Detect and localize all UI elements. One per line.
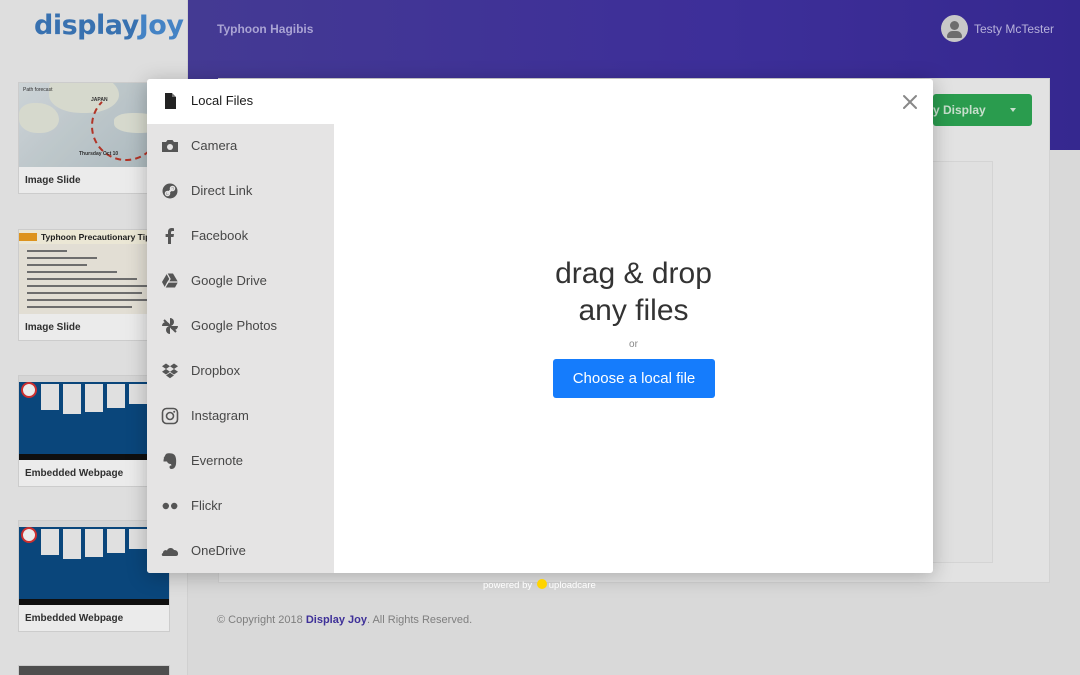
file-dropzone[interactable]: drag & drop any files or Choose a local … — [334, 79, 933, 573]
onedrive-icon — [161, 547, 179, 556]
link-icon — [162, 183, 178, 199]
upload-dialog: Local Files Camera Direct Link Facebook … — [147, 79, 933, 573]
camera-icon — [162, 140, 178, 152]
dropbox-icon — [162, 363, 178, 379]
evernote-icon — [163, 453, 177, 469]
tab-label: Camera — [191, 138, 238, 153]
tab-google-photos[interactable]: Google Photos — [147, 304, 334, 349]
tab-label: Facebook — [191, 228, 249, 243]
powered-by-brand: uploadcare — [548, 580, 596, 591]
tab-label: Google Photos — [191, 318, 278, 333]
source-tabs: Local Files Camera Direct Link Facebook … — [147, 79, 334, 573]
tab-dropbox[interactable]: Dropbox — [147, 349, 334, 394]
uploadcare-logo-icon — [536, 579, 547, 589]
tab-label: Flickr — [191, 498, 223, 513]
tab-direct-link[interactable]: Direct Link — [147, 169, 334, 214]
powered-by-text: powered by — [483, 580, 533, 591]
tab-facebook[interactable]: Facebook — [147, 214, 334, 259]
tab-flickr[interactable]: Flickr — [147, 484, 334, 529]
file-icon — [165, 93, 176, 109]
tab-label: Local Files — [191, 93, 254, 108]
tab-camera[interactable]: Camera — [147, 124, 334, 169]
tab-evernote[interactable]: Evernote — [147, 439, 334, 484]
tab-label: Instagram — [191, 408, 249, 423]
dropzone-title-line1: drag & drop — [555, 257, 712, 290]
tab-label: Evernote — [191, 453, 244, 468]
tab-google-drive[interactable]: Google Drive — [147, 259, 334, 304]
tab-label: Direct Link — [191, 183, 253, 198]
dropzone-title-line2: any files — [578, 294, 689, 327]
google-drive-icon — [162, 273, 178, 288]
tab-label: Dropbox — [191, 363, 241, 378]
flickr-icon — [162, 502, 178, 510]
powered-by-uploadcare[interactable]: powered by uploadcare — [483, 579, 596, 591]
close-icon[interactable] — [901, 93, 919, 111]
tab-local-files[interactable]: Local Files — [147, 79, 334, 124]
tab-label: OneDrive — [191, 543, 246, 558]
facebook-icon — [165, 228, 174, 244]
instagram-icon — [161, 407, 179, 425]
tab-instagram[interactable]: Instagram — [147, 394, 334, 439]
tab-onedrive[interactable]: OneDrive — [147, 529, 334, 573]
choose-local-file-button[interactable]: Choose a local file — [553, 359, 715, 398]
dropzone-or-separator: or — [629, 339, 638, 350]
tab-label: Google Drive — [191, 273, 267, 288]
google-photos-icon — [162, 318, 178, 334]
